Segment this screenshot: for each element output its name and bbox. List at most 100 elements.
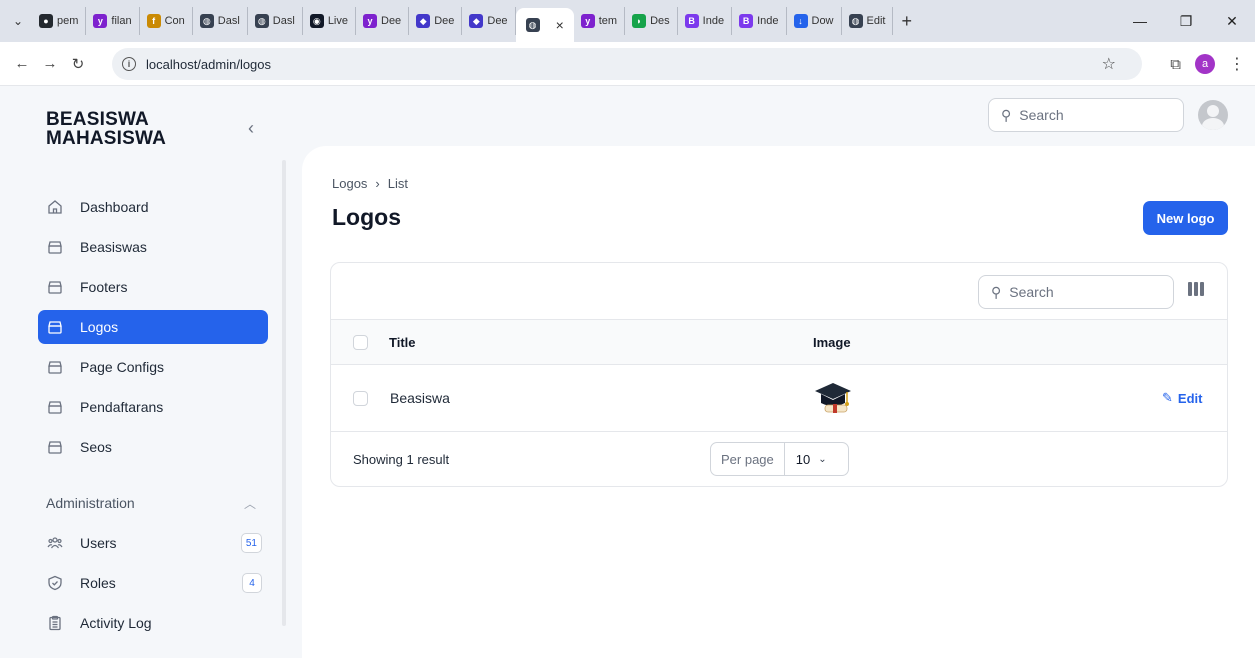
browser-menu-icon[interactable]: ⋮ [1229, 54, 1245, 74]
page-title: Logos [332, 204, 401, 230]
tab-label: Edit [866, 15, 886, 27]
profile-avatar[interactable]: a [1195, 54, 1215, 74]
tab-label: filan [111, 15, 132, 27]
browser-tab[interactable]: ◍ Dasl [193, 7, 248, 35]
globe-icon: ◍ [848, 14, 863, 28]
browser-tab[interactable]: B Inde [732, 7, 787, 35]
sidebar-item-page-configs[interactable]: Page Configs [38, 350, 268, 384]
breadcrumb-logos[interactable]: Logos [332, 176, 367, 191]
per-page-select[interactable]: Per page 10 ⌄ [710, 442, 849, 476]
sidebar-item-activity-log[interactable]: Activity Log [38, 606, 268, 640]
bootstrap-icon: B [739, 14, 754, 28]
column-header-image: Image [813, 335, 851, 350]
per-page-label: Per page [711, 443, 785, 475]
row-title: Beasiswa [390, 390, 450, 406]
browser-tab[interactable]: ● pem [32, 7, 87, 35]
archive-icon [46, 318, 64, 336]
tab-label: pem [57, 15, 79, 27]
browser-tab[interactable]: ◍ Dasl [248, 7, 303, 35]
globe-icon: ◍ [199, 14, 214, 28]
browser-tab[interactable]: ◗ Des [625, 7, 678, 35]
admin-app: BEASISWA MAHASISWA ‹ ⚲ Search Dashboard B… [0, 86, 1255, 658]
sidebar-item-label: Users [80, 535, 117, 551]
tab-label: Dow [811, 15, 834, 27]
minimize-icon[interactable]: — [1117, 13, 1163, 29]
close-window-icon[interactable]: ✕ [1209, 13, 1255, 30]
select-all-checkbox[interactable] [353, 335, 368, 350]
site-info-icon[interactable]: i [122, 57, 136, 71]
administration-group[interactable]: Administration ︿ [38, 486, 268, 520]
browser-tab[interactable]: y Dee [356, 7, 410, 35]
browser-tab[interactable]: y tem [574, 7, 626, 35]
count-badge: 4 [242, 573, 262, 593]
edit-row-button[interactable]: ✎ Edit [1162, 390, 1202, 406]
restore-icon[interactable]: ❐ [1163, 13, 1209, 30]
new-tab-icon[interactable]: + [901, 11, 912, 32]
sidebar-item-beasiswas[interactable]: Beasiswas [38, 230, 268, 264]
tab-label: Dasl [217, 15, 240, 27]
sidebar-item-roles[interactable]: Roles 4 [38, 566, 268, 600]
collapse-sidebar-icon[interactable]: ‹ [248, 118, 254, 139]
global-search-input[interactable]: ⚲ Search [988, 98, 1184, 132]
tab-label: Inde [757, 15, 779, 27]
tab-label: Dasl [272, 15, 295, 27]
sidebar-item-pendaftarans[interactable]: Pendaftarans [38, 390, 268, 424]
breadcrumb-separator-icon: › [375, 176, 380, 191]
sidebar-item-users[interactable]: Users 51 [38, 526, 268, 560]
sidebar-item-logos[interactable]: Logos [38, 310, 268, 344]
forward-icon[interactable]: → [36, 55, 64, 72]
sidebar-item-footers[interactable]: Footers [38, 270, 268, 304]
archive-icon [46, 398, 64, 416]
tab-strip: ● pem y filan f Con ◍ Dasl ◍ Dasl ◉ Live y Dee ◆ Dee ◆ De… [32, 0, 894, 42]
bootstrap-icon: B [684, 14, 699, 28]
close-tab-icon[interactable]: × [556, 17, 564, 33]
search-icon: ⚲ [1001, 106, 1012, 123]
table-search-input[interactable]: ⚲ Search [978, 275, 1174, 309]
global-search-placeholder: Search [1019, 107, 1064, 123]
users-icon [46, 534, 64, 552]
column-header-title[interactable]: Title [389, 335, 416, 350]
sidebar-item-dashboard[interactable]: Dashboard [38, 190, 268, 224]
user-avatar[interactable] [1198, 100, 1228, 130]
archive-icon [46, 238, 64, 256]
browser-tab[interactable]: y filan [86, 7, 140, 35]
reload-icon[interactable]: ↻ [64, 55, 92, 73]
tab-label: tem [598, 15, 618, 27]
brand-logo[interactable]: BEASISWA MAHASISWA [46, 110, 166, 148]
url-field[interactable]: i localhost/admin/logos ☆ [112, 48, 1142, 80]
browser-tab[interactable]: ◍ × [515, 8, 574, 42]
result-count: Showing 1 result [353, 452, 450, 467]
browser-tab[interactable]: ◉ Live [303, 7, 356, 35]
search-icon: ⚲ [991, 283, 1002, 300]
new-logo-button[interactable]: New logo [1143, 201, 1228, 235]
browser-tab[interactable]: B Inde [678, 7, 733, 35]
browser-tab[interactable]: ◆ Dee [409, 7, 463, 35]
row-checkbox[interactable] [353, 391, 368, 406]
browser-tab[interactable]: ↓ Dow [787, 7, 842, 35]
chevron-up-icon[interactable]: ︿ [244, 495, 256, 512]
extensions-icon[interactable]: ⧉ [1170, 56, 1181, 73]
graduation-cap-icon [811, 379, 855, 418]
browser-tab[interactable]: ◍ Edit [842, 7, 894, 35]
yii-icon: y [363, 14, 377, 28]
table-row[interactable]: Beasiswa ✎ Edit [331, 365, 1227, 432]
bookmark-star-icon[interactable]: ☆ [1102, 54, 1116, 74]
home-icon [46, 198, 64, 216]
back-icon[interactable]: ← [8, 55, 36, 72]
column-toggle-icon[interactable] [1188, 282, 1206, 300]
chevron-down-icon: ⌄ [818, 453, 827, 465]
filament-icon: f [146, 14, 161, 28]
sidebar-item-label: Page Configs [80, 359, 165, 375]
globe-icon: ◍ [254, 14, 269, 28]
browser-tab[interactable]: f Con [140, 7, 193, 35]
browser-tab[interactable]: ◆ Dee [462, 7, 516, 35]
yii-icon: y [580, 14, 595, 28]
tab-search-icon[interactable]: ⌄ [6, 9, 30, 33]
sidebar-item-seos[interactable]: Seos [38, 430, 268, 464]
sidebar-item-label: Roles [80, 575, 116, 591]
sidebar-scrollbar[interactable] [282, 160, 286, 626]
live-icon: ◉ [309, 14, 324, 28]
sidebar-item-label: Dashboard [80, 199, 149, 215]
archive-icon [46, 358, 64, 376]
tab-label: Dee [381, 15, 402, 27]
